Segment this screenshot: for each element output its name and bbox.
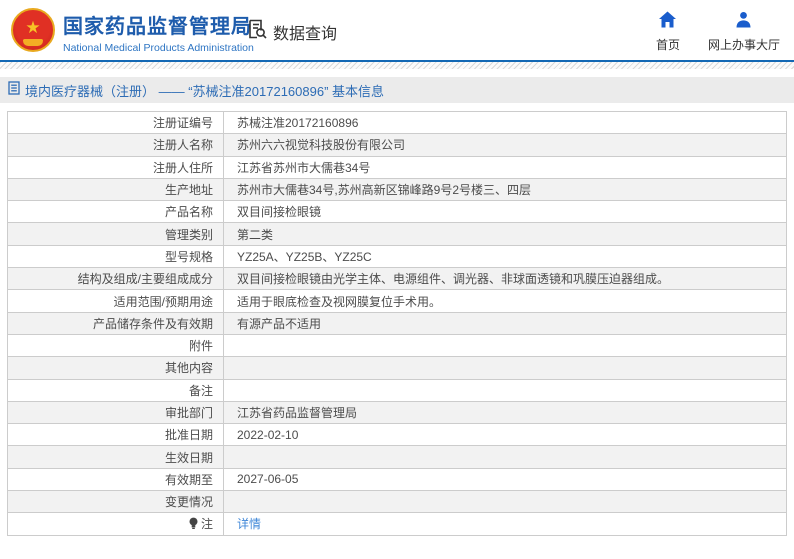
table-row: 生效日期 <box>7 445 787 469</box>
row-label: 注册证编号 <box>7 110 224 135</box>
row-value: 苏州六六视觉科技股份有限公司 <box>223 133 787 157</box>
row-value: 有源产品不适用 <box>223 311 787 335</box>
row-value: 苏械注准20172160896 <box>223 110 787 135</box>
row-value: 适用于眼底检查及视网膜复位手术用。 <box>223 289 787 313</box>
table-row: 注详情 <box>7 512 787 536</box>
table-row: 变更情况 <box>7 490 787 514</box>
row-value <box>223 445 787 469</box>
row-label: 管理类别 <box>7 222 224 246</box>
row-value <box>223 490 787 514</box>
row-value: 第二类 <box>223 222 787 246</box>
row-label: 批准日期 <box>7 423 224 447</box>
row-label: 附件 <box>7 333 224 358</box>
row-value: 双目间接检眼镜由光学主体、电源组件、调光器、非球面透镜和巩膜压迫器组成。 <box>223 267 787 291</box>
info-table-body: 注册证编号 苏械注准20172160896 注册人名称 苏州六六视觉科技股份有限公司注… <box>7 110 787 536</box>
table-row: 注册人住所 江苏省苏州市大儒巷34号 <box>7 155 787 179</box>
table-row: 有效期至 2027-06-05 <box>7 467 787 492</box>
row-label: 审批部门 <box>7 400 224 425</box>
page-title: 境内医疗器械（注册） —— “苏械注准20172160896” 基本信息 <box>25 83 385 99</box>
table-row: 其他内容 <box>7 356 787 380</box>
bulb-icon <box>188 517 199 530</box>
org-name-cn: 国家药品监督管理局 <box>63 16 252 38</box>
table-row: 附件 <box>7 333 787 358</box>
row-label: 生产地址 <box>7 177 224 202</box>
row-value: 双目间接检眼镜 <box>223 200 787 224</box>
info-table: 注册证编号 苏械注准20172160896 注册人名称 苏州六六视觉科技股份有限公司注… <box>7 110 787 536</box>
row-value <box>223 333 787 358</box>
org-name-block: 国家药品监督管理局 National Medical Products Admi… <box>63 10 254 54</box>
national-emblem-logo: ★ <box>11 8 55 52</box>
row-label: 备注 <box>7 378 224 402</box>
person-icon <box>735 11 752 33</box>
row-value: YZ25A、YZ25B、YZ25C <box>223 244 787 269</box>
row-label: 变更情况 <box>7 490 224 514</box>
row-label: 注册人住所 <box>7 155 224 179</box>
row-value: 江苏省药品监督管理局 <box>223 400 787 425</box>
table-row: 结构及组成/主要组成成分 双目间接检眼镜由光学主体、电源组件、调光器、非球面透镜和… <box>7 267 787 291</box>
nav-item-service-hall[interactable]: 网上办事大厅 <box>708 11 780 53</box>
table-row: 备注 <box>7 378 787 402</box>
row-value: 2022-02-10 <box>223 423 787 447</box>
document-search-icon <box>246 18 268 45</box>
table-row: 批准日期 2022-02-10 <box>7 423 787 447</box>
row-label: 产品储存条件及有效期 <box>7 311 224 335</box>
info-table-container: 注册证编号 苏械注准20172160896 注册人名称 苏州六六视觉科技股份有限公司注… <box>0 110 794 536</box>
row-label: 其他内容 <box>7 356 224 380</box>
table-row: 审批部门 江苏省药品监督管理局 <box>7 400 787 425</box>
top-nav: 首页 网上办事大厅 <box>656 11 780 53</box>
row-value: 2027-06-05 <box>223 467 787 492</box>
page-document-icon <box>8 80 20 100</box>
org-name-en: National Medical Products Administration <box>63 42 254 54</box>
row-label: 产品名称 <box>7 200 224 224</box>
row-label: 型号规格 <box>7 244 224 269</box>
nav-item-label: 网上办事大厅 <box>707 38 780 52</box>
detail-link[interactable]: 详情 <box>237 517 261 531</box>
breadcrumb: 境内医疗器械（注册） —— “苏械注准20172160896” 基本信息 <box>0 77 794 103</box>
table-row: 注册人名称 苏州六六视觉科技股份有限公司 <box>7 133 787 157</box>
table-row: 产品名称 双目间接检眼镜 <box>7 200 787 224</box>
row-label: 生效日期 <box>7 445 224 469</box>
table-row: 型号规格 YZ25A、YZ25B、YZ25C <box>7 244 787 269</box>
row-label: 结构及组成/主要组成成分 <box>7 267 224 291</box>
data-query-section: 数据查询 <box>246 18 337 45</box>
section-title: 数据查询 <box>273 25 338 43</box>
site-header: ★ 国家药品监督管理局 National Medical Products Ad… <box>0 0 794 60</box>
table-row: 适用范围/预期用途 适用于眼底检查及视网膜复位手术用。 <box>7 289 787 313</box>
hatch-divider <box>0 62 794 69</box>
emblem-star-icon: ★ <box>25 17 41 37</box>
table-row: 产品储存条件及有效期 有源产品不适用 <box>7 311 787 335</box>
table-row: 生产地址 苏州市大儒巷34号,苏州高新区锦峰路9号2号楼三、四层 <box>7 177 787 202</box>
home-icon <box>658 11 677 33</box>
row-value <box>223 378 787 402</box>
row-label: 注 <box>7 512 224 536</box>
row-label: 有效期至 <box>7 467 224 492</box>
row-value: 苏州市大儒巷34号,苏州高新区锦峰路9号2号楼三、四层 <box>223 177 787 202</box>
nav-item-label: 首页 <box>655 38 680 52</box>
row-label: 注册人名称 <box>7 133 224 157</box>
table-row: 注册证编号 苏械注准20172160896 <box>7 110 787 135</box>
row-value: 详情 <box>223 512 787 536</box>
nav-item-home[interactable]: 首页 <box>656 11 680 53</box>
row-value: 江苏省苏州市大儒巷34号 <box>223 155 787 179</box>
row-value <box>223 356 787 380</box>
row-label: 适用范围/预期用途 <box>7 289 224 313</box>
table-row: 管理类别 第二类 <box>7 222 787 246</box>
